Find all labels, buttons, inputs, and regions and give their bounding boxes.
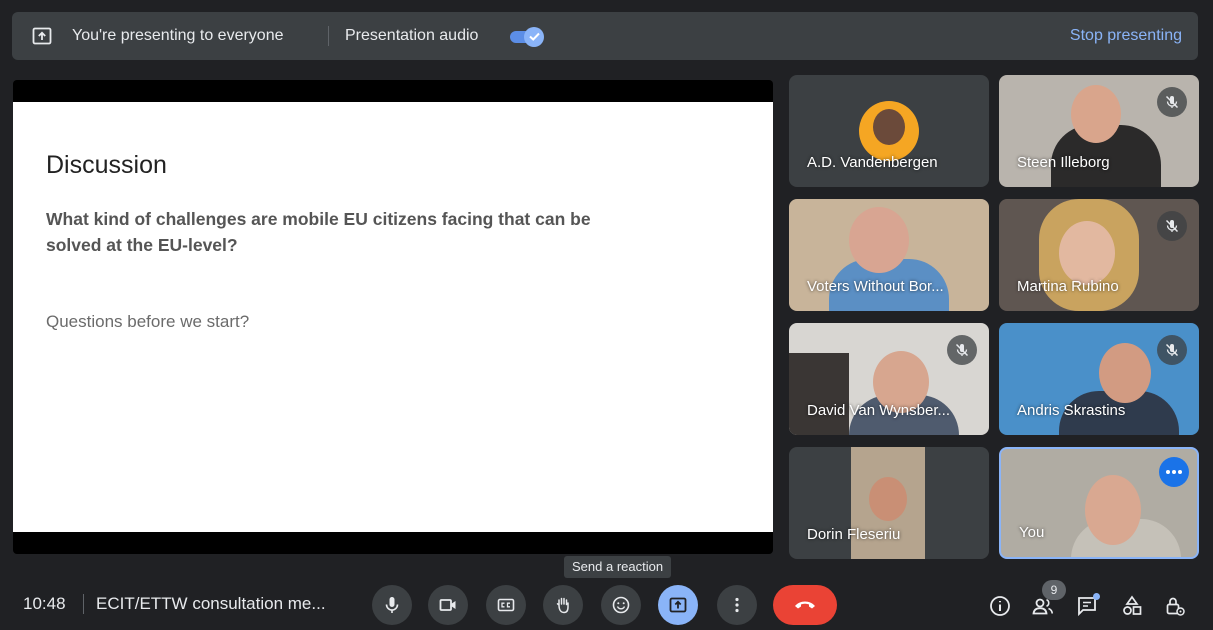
- microphone-icon: [385, 597, 399, 613]
- presenting-status-text: You're presenting to everyone: [72, 27, 284, 44]
- mic-off-icon: [955, 343, 969, 357]
- presenting-banner: You're presenting to everyone Presentati…: [12, 12, 1198, 60]
- muted-indicator: [947, 335, 977, 365]
- participant-name: Andris Skrastins: [1017, 402, 1126, 419]
- activities-icon[interactable]: [1120, 594, 1144, 618]
- self-view-tile[interactable]: You: [999, 447, 1199, 559]
- more-dot: [1166, 470, 1170, 474]
- host-controls-icon[interactable]: [1163, 594, 1187, 618]
- presentation-slide: Discussion What kind of challenges are m…: [13, 102, 773, 532]
- more-dot: [1172, 470, 1176, 474]
- video-camera-icon: [439, 599, 456, 611]
- bottom-divider: [83, 594, 84, 614]
- participant-name: A.D. Vandenbergen: [807, 154, 938, 171]
- more-vertical-icon: [735, 597, 739, 613]
- video-face: [1099, 343, 1151, 403]
- muted-indicator: [1157, 211, 1187, 241]
- leave-call-button[interactable]: [773, 585, 837, 625]
- video-face: [1071, 85, 1121, 143]
- participant-name: Dorin Fleseriu: [807, 526, 901, 543]
- present-screen-icon: [32, 27, 52, 45]
- banner-divider: [328, 26, 329, 46]
- more-dot: [1178, 470, 1182, 474]
- participant-tile[interactable]: Steen Illeborg: [999, 75, 1199, 187]
- participant-tile[interactable]: Voters Without Bor...: [789, 199, 989, 311]
- participant-name: You: [1019, 524, 1045, 541]
- chat-notification-dot: [1093, 593, 1100, 600]
- present-now-button[interactable]: [658, 585, 698, 625]
- muted-indicator: [1157, 335, 1187, 365]
- video-face: [1085, 475, 1141, 545]
- hang-up-icon: [795, 601, 815, 609]
- participant-tile[interactable]: David Van Wynsber...: [789, 323, 989, 435]
- slide-question: What kind of challenges are mobile EU ci…: [46, 209, 591, 255]
- closed-captions-icon: [497, 598, 515, 612]
- present-screen-icon: [669, 597, 687, 613]
- participant-tile[interactable]: Dorin Fleseriu: [789, 447, 989, 559]
- stop-presenting-button[interactable]: Stop presenting: [1070, 27, 1182, 45]
- participant-name: Martina Rubino: [1017, 278, 1119, 295]
- video-face: [1059, 221, 1115, 285]
- more-options-button[interactable]: [717, 585, 757, 625]
- self-view-more-options-button[interactable]: [1159, 457, 1189, 487]
- meeting-info-icon[interactable]: [988, 594, 1012, 618]
- meeting-clock: 10:48: [23, 594, 66, 613]
- mic-off-icon: [1165, 219, 1179, 233]
- presentation-audio-toggle[interactable]: [510, 27, 544, 47]
- participant-name: Steen Illeborg: [1017, 154, 1110, 171]
- video-background: [789, 353, 849, 435]
- meeting-title: ECIT/ETTW consultation me...: [96, 594, 326, 613]
- participant-name: Voters Without Bor...: [807, 278, 944, 295]
- presentation-stage: Discussion What kind of challenges are m…: [13, 80, 773, 554]
- raise-hand-button[interactable]: [543, 585, 583, 625]
- presentation-audio-label: Presentation audio: [345, 27, 479, 44]
- smiley-icon: [612, 596, 630, 614]
- video-face: [869, 477, 907, 521]
- slide-title: Discussion: [46, 151, 167, 179]
- microphone-button[interactable]: [372, 585, 412, 625]
- hand-icon: [556, 597, 569, 614]
- people-icon[interactable]: [1031, 594, 1055, 618]
- mic-off-icon: [1165, 343, 1179, 357]
- participant-tile[interactable]: Andris Skrastins: [999, 323, 1199, 435]
- slide-followup: Questions before we start?: [46, 312, 250, 331]
- participant-tile[interactable]: Martina Rubino: [999, 199, 1199, 311]
- muted-indicator: [1157, 87, 1187, 117]
- mic-off-icon: [1165, 95, 1179, 109]
- send-reaction-button[interactable]: [601, 585, 641, 625]
- avatar-face: [873, 109, 905, 145]
- check-icon: [529, 32, 540, 41]
- participant-name: David Van Wynsber...: [807, 402, 950, 419]
- video-face: [849, 207, 909, 273]
- participant-tile[interactable]: A.D. Vandenbergen: [789, 75, 989, 187]
- camera-button[interactable]: [428, 585, 468, 625]
- captions-button[interactable]: [486, 585, 526, 625]
- reaction-tooltip: Send a reaction: [564, 556, 672, 578]
